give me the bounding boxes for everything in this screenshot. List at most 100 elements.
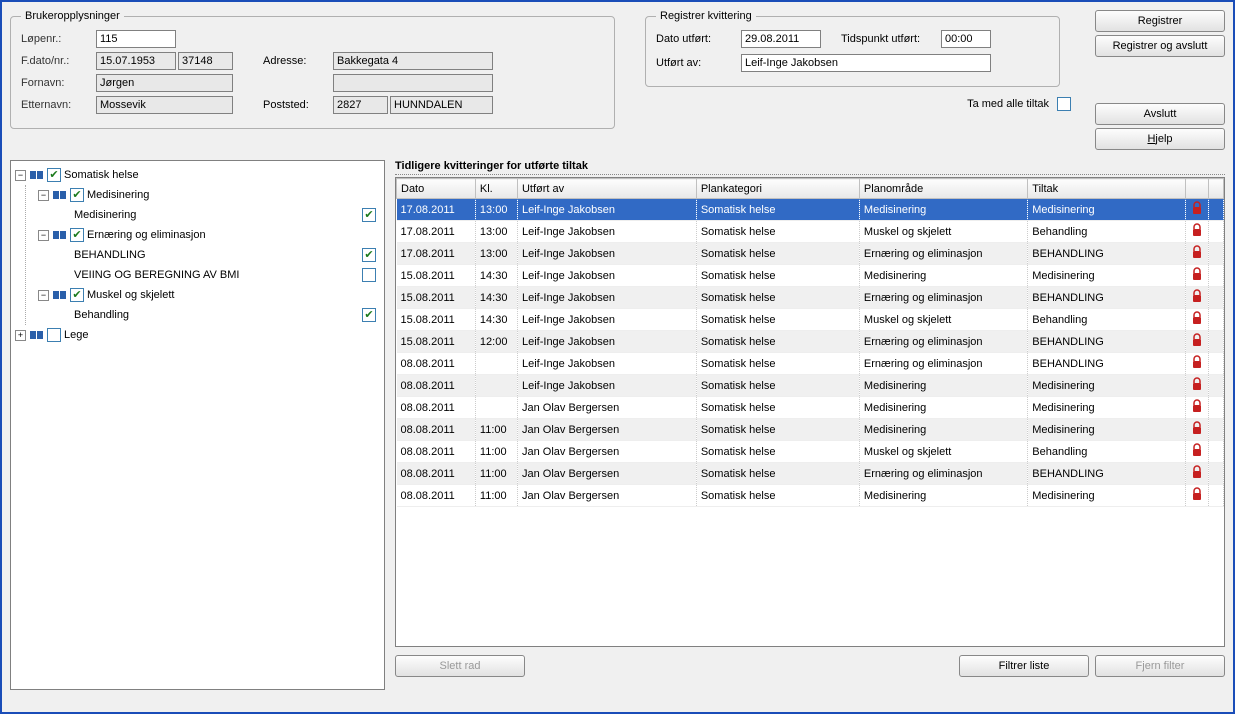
tree-leaf-behandling2[interactable]: Behandling (74, 309, 129, 321)
registrer-button[interactable]: Registrer (1095, 10, 1225, 32)
tree-leaf-medisinering[interactable]: Medisinering (74, 209, 136, 221)
table-row[interactable]: 15.08.201114:30Leif-Inge JakobsenSomatis… (397, 287, 1224, 309)
ta-med-alle-label: Ta med alle tiltak (967, 98, 1049, 110)
poststed-label: Poststed: (263, 99, 333, 111)
col-lock (1186, 179, 1209, 199)
tid-utfort-field[interactable] (941, 30, 991, 48)
table-row[interactable]: 08.08.2011Leif-Inge JakobsenSomatisk hel… (397, 353, 1224, 375)
col-utfort-av[interactable]: Utført av (517, 179, 696, 199)
poststed-field (390, 96, 493, 114)
expand-icon[interactable]: − (38, 230, 49, 241)
avslutt-button[interactable]: Avslutt (1095, 103, 1225, 125)
expand-icon[interactable]: − (38, 190, 49, 201)
user-info-legend: Brukeropplysninger (21, 10, 124, 22)
col-kl[interactable]: Kl. (475, 179, 517, 199)
adresse2-field (333, 74, 493, 92)
tid-utfort-label: Tidspunkt utført: (841, 33, 941, 45)
plan-tree[interactable]: − Somatisk helse − Medisinering Medisine… (10, 160, 385, 690)
receipts-grid[interactable]: Dato Kl. Utført av Plankategori Planområ… (395, 177, 1225, 647)
tree-leaf-checkbox[interactable] (362, 248, 376, 262)
table-row[interactable]: 08.08.201111:00Jan Olav BergersenSomatis… (397, 419, 1224, 441)
table-row[interactable]: 08.08.201111:00Jan Olav BergersenSomatis… (397, 463, 1224, 485)
lock-icon (1191, 338, 1203, 350)
table-row[interactable]: 17.08.201113:00Leif-Inge JakobsenSomatis… (397, 221, 1224, 243)
dato-utfort-field[interactable] (741, 30, 821, 48)
hjelp-button[interactable]: Hjelp (1095, 128, 1225, 150)
registrer-avslutt-button[interactable]: Registrer og avslutt (1095, 35, 1225, 57)
col-extra (1209, 179, 1224, 199)
adresse-field (333, 52, 493, 70)
filtrer-liste-button[interactable]: Filtrer liste (959, 655, 1089, 677)
user-info-fieldset: Brukeropplysninger Løpenr.: F.dato/nr.: … (10, 10, 615, 129)
tree-leaf-checkbox[interactable] (362, 308, 376, 322)
tree-leaf-veiing[interactable]: VEIING OG BEREGNING AV BMI (74, 269, 239, 281)
postnr-field (333, 96, 388, 114)
adresse-label: Adresse: (263, 55, 333, 67)
col-planomrade[interactable]: Planområde (859, 179, 1027, 199)
book-icon (53, 190, 67, 200)
fdato-field (96, 52, 176, 70)
book-icon (53, 230, 67, 240)
utfort-av-label: Utført av: (656, 57, 741, 69)
lopenr-label: Løpenr.: (21, 33, 96, 45)
tree-checkbox[interactable] (47, 168, 61, 182)
tree-item-ernaering[interactable]: Ernæring og eliminasjon (87, 229, 206, 241)
col-plankategori[interactable]: Plankategori (696, 179, 859, 199)
fornavn-field (96, 74, 233, 92)
table-row[interactable]: 08.08.2011Leif-Inge JakobsenSomatisk hel… (397, 375, 1224, 397)
etternavn-field (96, 96, 233, 114)
col-tiltak[interactable]: Tiltak (1028, 179, 1186, 199)
book-icon (53, 290, 67, 300)
ta-med-alle-checkbox[interactable] (1057, 97, 1071, 111)
col-dato[interactable]: Dato (397, 179, 476, 199)
lock-icon (1191, 404, 1203, 416)
table-row[interactable]: 15.08.201114:30Leif-Inge JakobsenSomatis… (397, 265, 1224, 287)
tree-checkbox[interactable] (70, 228, 84, 242)
fjern-filter-button: Fjern filter (1095, 655, 1225, 677)
fnr-field (178, 52, 233, 70)
dato-utfort-label: Dato utført: (656, 33, 741, 45)
table-row[interactable]: 08.08.201111:00Jan Olav BergersenSomatis… (397, 485, 1224, 507)
expand-icon[interactable]: − (15, 170, 26, 181)
tree-item-somatisk[interactable]: Somatisk helse (64, 169, 139, 181)
etternavn-label: Etternavn: (21, 99, 96, 111)
slett-rad-button: Slett rad (395, 655, 525, 677)
lock-icon (1191, 360, 1203, 372)
lock-icon (1191, 272, 1203, 284)
grid-header-row: Dato Kl. Utført av Plankategori Planområ… (397, 179, 1224, 199)
table-row[interactable]: 08.08.201111:00Jan Olav BergersenSomatis… (397, 441, 1224, 463)
tree-leaf-behandling[interactable]: BEHANDLING (74, 249, 146, 261)
tree-leaf-checkbox[interactable] (362, 268, 376, 282)
table-row[interactable]: 15.08.201114:30Leif-Inge JakobsenSomatis… (397, 309, 1224, 331)
table-row[interactable]: 17.08.201113:00Leif-Inge JakobsenSomatis… (397, 199, 1224, 221)
fdato-label: F.dato/nr.: (21, 55, 96, 67)
table-row[interactable]: 08.08.2011Jan Olav BergersenSomatisk hel… (397, 397, 1224, 419)
table-row[interactable]: 15.08.201112:00Leif-Inge JakobsenSomatis… (397, 331, 1224, 353)
tree-checkbox[interactable] (47, 328, 61, 342)
tree-checkbox[interactable] (70, 188, 84, 202)
lock-icon (1191, 228, 1203, 240)
lock-icon (1191, 382, 1203, 394)
fornavn-label: Fornavn: (21, 77, 96, 89)
lock-icon (1191, 448, 1203, 460)
tree-checkbox[interactable] (70, 288, 84, 302)
tree-item-lege[interactable]: Lege (64, 329, 88, 341)
lock-icon (1191, 426, 1203, 438)
expand-icon[interactable]: + (15, 330, 26, 341)
lock-icon (1191, 294, 1203, 306)
book-icon (30, 170, 44, 180)
table-row[interactable]: 17.08.201113:00Leif-Inge JakobsenSomatis… (397, 243, 1224, 265)
utfort-av-field[interactable] (741, 54, 991, 72)
lock-icon (1191, 250, 1203, 262)
lopenr-field[interactable] (96, 30, 176, 48)
lock-icon (1191, 470, 1203, 482)
grid-title: Tidligere kvitteringer for utførte tilta… (395, 160, 1225, 175)
tree-leaf-checkbox[interactable] (362, 208, 376, 222)
receipt-legend: Registrer kvittering (656, 10, 756, 22)
receipt-fieldset: Registrer kvittering Dato utført: Tidspu… (645, 10, 1060, 87)
tree-item-muskel[interactable]: Muskel og skjelett (87, 289, 174, 301)
lock-icon (1191, 492, 1203, 504)
tree-item-medisinering[interactable]: Medisinering (87, 189, 149, 201)
expand-icon[interactable]: − (38, 290, 49, 301)
book-icon (30, 330, 44, 340)
